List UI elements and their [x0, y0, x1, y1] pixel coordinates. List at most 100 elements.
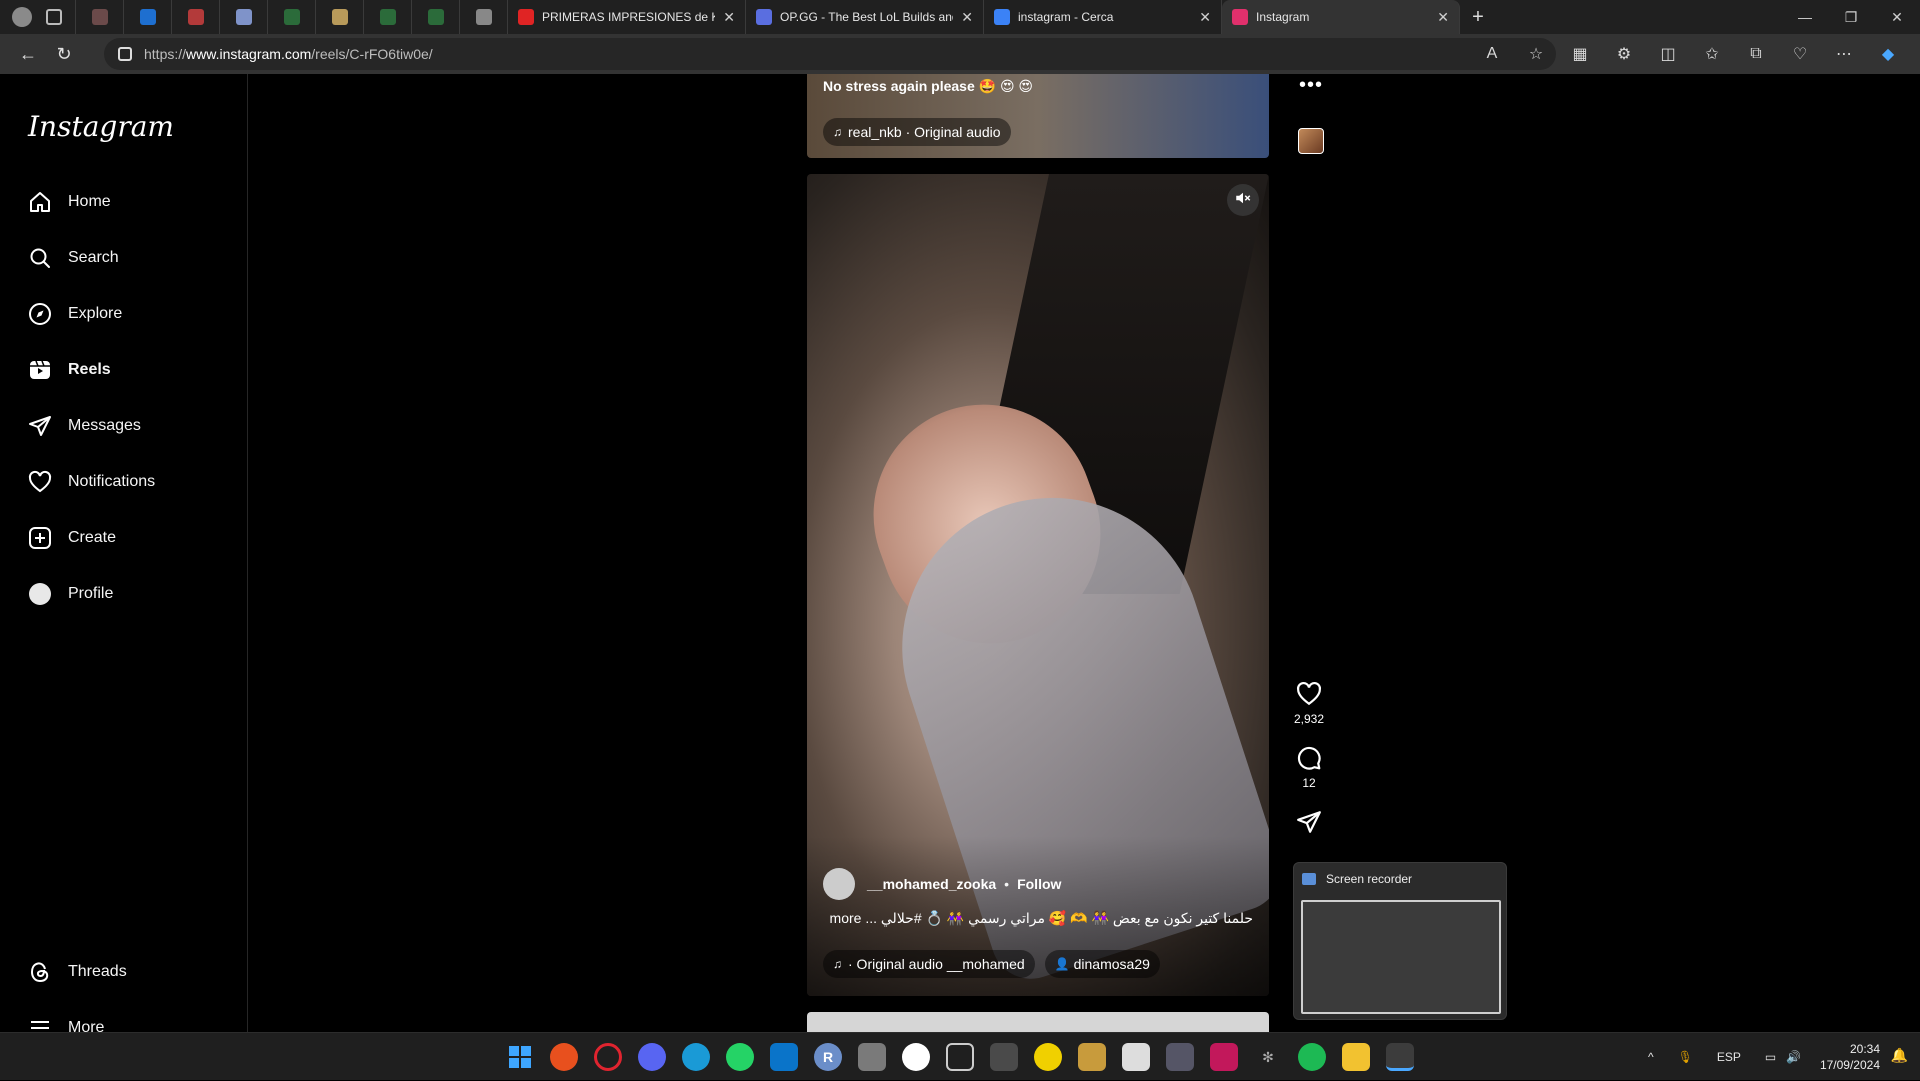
author-username[interactable]: __mohamed_zooka [867, 876, 996, 892]
refresh-icon[interactable]: ↻ [46, 44, 82, 65]
sidebar-item-home[interactable]: Home [28, 182, 111, 222]
notifications-bell-icon[interactable]: 🔔 [1891, 1047, 1908, 1064]
edge-icon[interactable] [682, 1043, 710, 1071]
extensions-icon[interactable]: ⚙ [1602, 44, 1646, 64]
vscode-icon[interactable] [770, 1043, 798, 1071]
microphone-icon[interactable]: 🎙 [1678, 1050, 1693, 1064]
pinned-tab-7[interactable] [364, 0, 412, 34]
current-reel-video[interactable]: __mohamed_zooka • Follow حلمنا كتير نكون… [807, 174, 1269, 996]
steam-icon[interactable] [902, 1043, 930, 1071]
pinned-tab-3[interactable] [172, 0, 220, 34]
whatsapp-icon[interactable] [726, 1043, 754, 1071]
sidebar-item-search[interactable]: Search [28, 238, 119, 278]
volume-icon[interactable]: 🔊 [1786, 1050, 1801, 1064]
file-explorer-icon[interactable] [1342, 1043, 1370, 1071]
favorites-icon[interactable]: ✩ [1690, 44, 1734, 64]
performance-icon[interactable]: ♡ [1778, 44, 1822, 64]
app-hex-icon[interactable] [990, 1043, 1018, 1071]
close-icon[interactable]: ✕ [723, 9, 735, 26]
workspaces-button[interactable] [32, 0, 76, 34]
mute-button[interactable] [1227, 184, 1259, 216]
discord-icon[interactable] [638, 1043, 666, 1071]
like-action[interactable]: 2,932 [1289, 680, 1329, 726]
read-aloud-icon[interactable]: A [1470, 45, 1514, 63]
epic-games-icon[interactable] [1122, 1043, 1150, 1071]
app-yellow-icon[interactable] [1034, 1043, 1062, 1071]
minimize-icon[interactable]: — [1782, 0, 1828, 34]
favorite-star-icon[interactable]: ☆ [1514, 44, 1558, 64]
app-gear-icon[interactable]: ✻ [1254, 1043, 1282, 1071]
profile-avatar-icon[interactable] [12, 7, 32, 27]
close-icon[interactable]: ✕ [961, 9, 973, 26]
pinned-tab-4[interactable] [220, 0, 268, 34]
reels-feed[interactable]: No stress again please 🤩 😍 😍 ♫ real_nkb … [249, 74, 1920, 1032]
search-icon [994, 9, 1010, 25]
screen-recorder-preview[interactable] [1301, 900, 1501, 1014]
split-screen-icon[interactable]: ◫ [1646, 44, 1690, 64]
address-bar[interactable]: https://www.instagram.com/reels/C-rFO6ti… [104, 38, 1556, 70]
restore-icon[interactable]: ❐ [1828, 0, 1874, 34]
pinned-tab-6[interactable] [316, 0, 364, 34]
comment-action[interactable]: 12 [1289, 744, 1329, 790]
reel-caption[interactable]: حلمنا كتير نكون مع بعض 👭 🫶 🥰 مراتي رسمي … [823, 910, 1253, 927]
photos-icon[interactable] [858, 1043, 886, 1071]
app-r-icon[interactable]: R [814, 1043, 842, 1071]
opera-icon[interactable] [594, 1043, 622, 1071]
instagram-logo[interactable]: Instagram [28, 110, 174, 143]
tab-favicon-icon [139, 9, 156, 25]
settings-more-icon[interactable]: ⋯ [1822, 44, 1866, 64]
comment-icon [1295, 744, 1323, 772]
browser-toolbar: ← ↻ https://www.instagram.com/reels/C-rF… [0, 34, 1920, 74]
sidebar-item-reels[interactable]: Reels [28, 350, 111, 390]
league-icon[interactable] [1078, 1043, 1106, 1071]
language-indicator[interactable]: ESP [1717, 1050, 1741, 1064]
extension-flag-icon[interactable]: ▦ [1558, 44, 1602, 64]
close-icon[interactable]: ✕ [1199, 9, 1211, 26]
sidebar-item-threads[interactable]: Threads [28, 952, 127, 992]
collections-icon[interactable]: ⧉ [1734, 45, 1778, 63]
pinned-tab-5[interactable] [268, 0, 316, 34]
tab-instagram-search[interactable]: instagram - Cerca ✕ [984, 0, 1222, 34]
share-action[interactable] [1289, 808, 1329, 840]
share-icon [1295, 808, 1323, 836]
back-arrow-icon[interactable]: ← [10, 44, 46, 65]
pinned-tab-1[interactable] [76, 0, 124, 34]
follow-button[interactable]: Follow [1017, 876, 1061, 892]
more-options-icon[interactable]: ••• [1299, 74, 1323, 97]
network-icon[interactable]: ▭ [1765, 1050, 1776, 1064]
sidebar-item-explore[interactable]: Explore [28, 294, 122, 334]
tab-primeras-impresiones[interactable]: PRIMERAS IMPRESIONES de K ✕ [508, 0, 746, 34]
spotify-icon[interactable] [1298, 1043, 1326, 1071]
system-clock[interactable]: 20:34 17/09/2024 [1820, 1041, 1880, 1073]
avatar[interactable] [823, 868, 855, 900]
previous-reel[interactable]: No stress again please 🤩 😍 😍 ♫ real_nkb … [807, 74, 1269, 158]
tab-instagram[interactable]: Instagram ✕ [1222, 0, 1460, 34]
app-pink-icon[interactable] [1210, 1043, 1238, 1071]
tagged-user-pill[interactable]: 👤 dinamosa29 [1044, 950, 1160, 978]
close-icon[interactable]: ✕ [1437, 9, 1449, 26]
previous-reel-audio[interactable]: ♫ real_nkb · Original audio [823, 118, 1011, 146]
sidebar-item-notifications[interactable]: Notifications [28, 462, 155, 502]
pinned-tab-2[interactable] [124, 0, 172, 34]
sidebar-item-messages[interactable]: Messages [28, 406, 141, 446]
reel-audio-row: ♫ · Original audio __mohamed 👤 dinamosa2… [823, 950, 1170, 978]
pinned-tab-9[interactable] [460, 0, 508, 34]
copilot-icon[interactable]: ◆ [1866, 44, 1910, 64]
sidebar-item-create[interactable]: Create [28, 518, 116, 558]
chevron-up-icon[interactable]: ^ [1648, 1050, 1654, 1064]
tab-opgg[interactable]: OP.GG - The Best LoL Builds and ✕ [746, 0, 984, 34]
screen-recorder-popup[interactable]: Screen recorder [1293, 862, 1507, 1020]
app-icon-1[interactable] [550, 1043, 578, 1071]
start-menu-icon[interactable] [506, 1043, 534, 1071]
tab-favicon-icon [379, 9, 396, 25]
audio-thumbnail[interactable] [1298, 128, 1324, 154]
next-reel[interactable] [807, 1012, 1269, 1032]
chrome-icon[interactable] [1386, 1043, 1414, 1071]
app-game-icon[interactable] [1166, 1043, 1194, 1071]
close-window-icon[interactable]: ✕ [1874, 0, 1920, 34]
sidebar-item-profile[interactable]: Profile [28, 574, 113, 614]
box-icon[interactable] [946, 1043, 974, 1071]
pinned-tab-8[interactable] [412, 0, 460, 34]
reel-audio-pill[interactable]: ♫ · Original audio __mohamed [823, 950, 1035, 978]
new-tab-button[interactable]: + [1460, 6, 1496, 29]
